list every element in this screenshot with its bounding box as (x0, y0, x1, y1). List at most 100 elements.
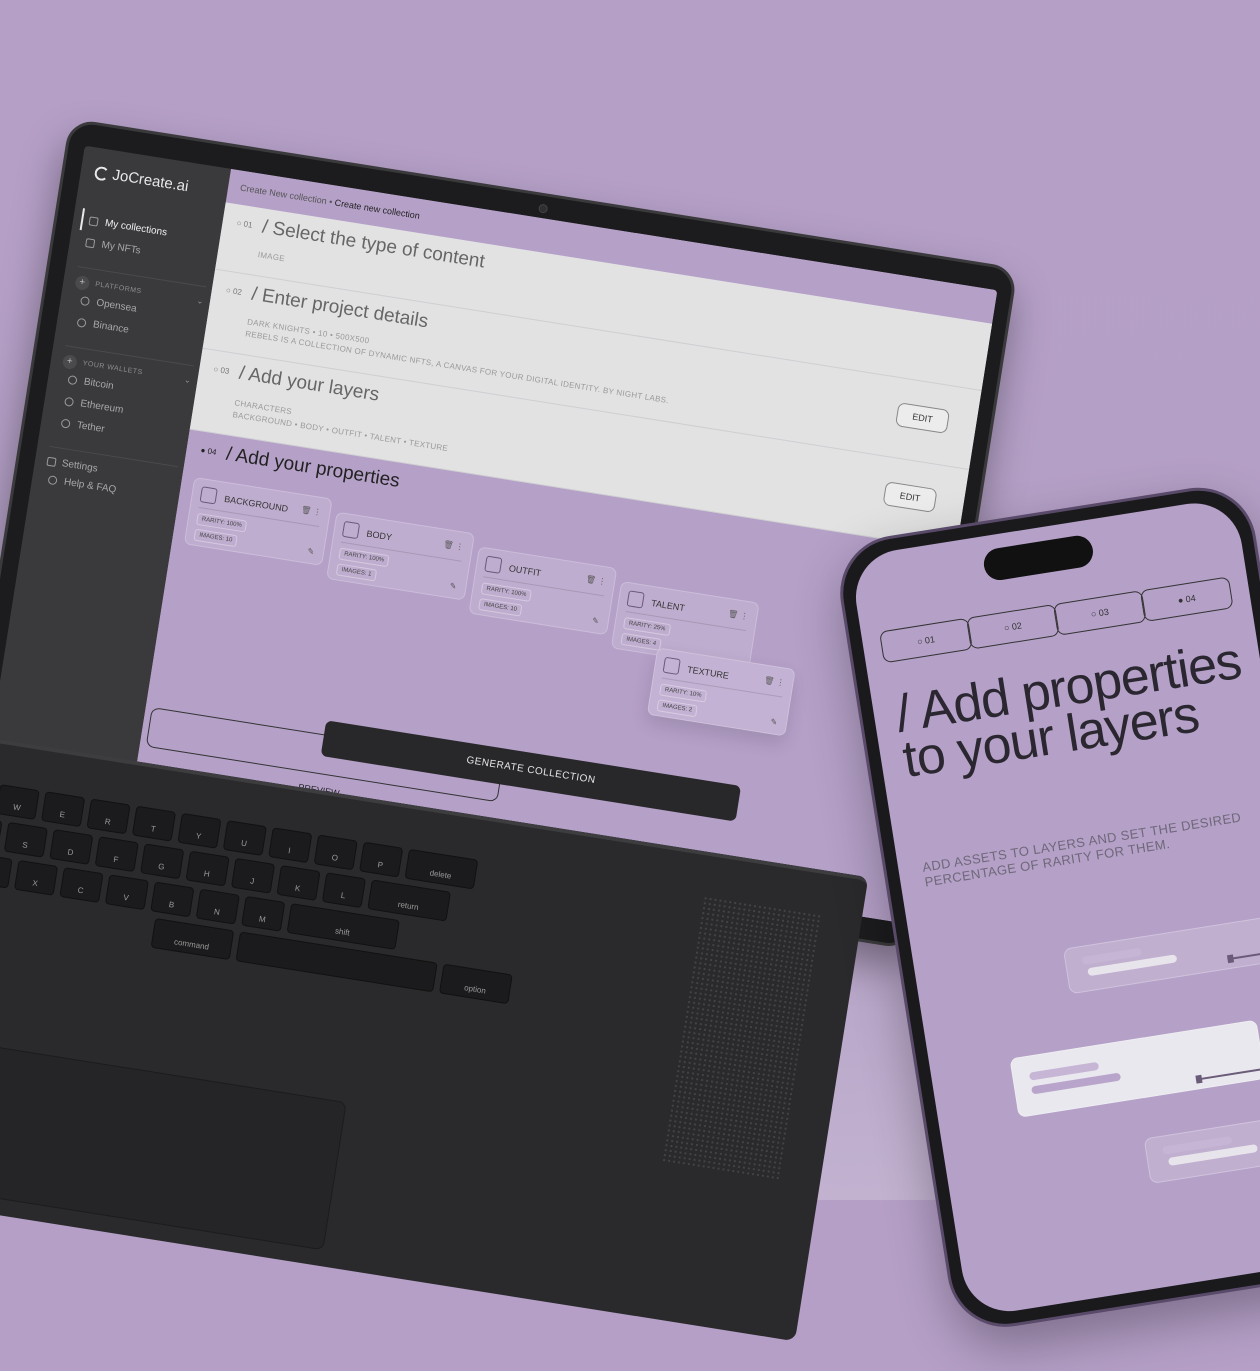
edit-pencil-icon[interactable]: ✎ (449, 581, 457, 591)
phone-step-1[interactable]: ○ 01 (879, 617, 973, 664)
opensea-icon (79, 295, 91, 306)
key[interactable]: H (185, 850, 230, 887)
property-name: TEXTURE (686, 664, 730, 681)
card-menu-icon[interactable]: 🗑 ⋮ (764, 676, 786, 688)
key[interactable]: V (104, 874, 150, 911)
help-icon (47, 474, 58, 485)
sidebar-item-label: Bitcoin (83, 375, 115, 392)
key[interactable]: C (59, 867, 104, 903)
breadcrumb-parent[interactable]: Create New collection (239, 183, 327, 207)
phone-step-3[interactable]: ○ 03 (1052, 590, 1147, 636)
key[interactable]: F (94, 836, 139, 873)
key[interactable]: O (313, 834, 358, 871)
key[interactable]: A (0, 814, 3, 851)
property-name: OUTFIT (508, 563, 542, 579)
step-number: ○ 01 (235, 218, 254, 230)
property-card-texture[interactable]: TEXTURE 🗑 ⋮ RARITY: 10% IMAGES: 2 ✎ (646, 647, 796, 737)
key[interactable]: J (230, 857, 276, 894)
logo-icon (93, 165, 110, 182)
key[interactable]: D (49, 829, 94, 865)
chevron-down-icon[interactable]: ⌄ (196, 296, 205, 306)
tether-icon (60, 417, 71, 429)
speaker-grille (661, 895, 823, 1181)
step-number: ● 04 (199, 445, 218, 457)
property-card-body[interactable]: BODY 🗑 ⋮ RARITY: 100% IMAGES: 1 ✎ (326, 511, 475, 601)
person-icon (341, 520, 361, 540)
step-number-text: 04 (206, 446, 218, 457)
property-card-background[interactable]: BACKGROUND 🗑 ⋮ RARITY: 100% IMAGES: 10 ✎ (183, 476, 333, 566)
key-command[interactable]: command (150, 917, 235, 961)
edit-pencil-icon[interactable]: ✎ (591, 616, 599, 626)
key[interactable]: K (276, 865, 321, 901)
plus-icon[interactable]: + (61, 353, 78, 370)
phone-step-label: 03 (1097, 606, 1110, 619)
images-badge: IMAGES: 2 (656, 699, 698, 718)
edit-pencil-icon[interactable]: ✎ (770, 717, 778, 727)
shirt-icon (484, 555, 503, 574)
phone-step-label: 01 (924, 634, 936, 646)
key[interactable]: X (13, 859, 59, 896)
step-title: / Select the type of content (260, 216, 487, 273)
chevron-down-icon[interactable]: ⌄ (184, 375, 193, 385)
card-menu-icon[interactable]: 🗑 ⋮ (301, 505, 323, 517)
key-delete[interactable]: delete (404, 848, 479, 890)
mini-card (1062, 912, 1260, 995)
key[interactable]: E (41, 791, 86, 828)
step-number-text: 02 (232, 286, 243, 297)
texture-icon (662, 656, 681, 676)
key[interactable]: G (140, 843, 185, 880)
images-badge: IMAGES: 10 (478, 598, 523, 617)
binance-icon (76, 317, 87, 328)
edit-project-details-button[interactable]: EDIT (894, 402, 951, 434)
sliders-icon (46, 456, 57, 467)
key[interactable]: R (86, 798, 131, 835)
key[interactable]: W (0, 784, 40, 820)
sidebar-item-label: Binance (92, 318, 130, 336)
rarity-slider[interactable] (1227, 947, 1260, 961)
key[interactable]: Z (0, 852, 13, 889)
phone-step-4[interactable]: ● 04 (1139, 576, 1234, 623)
ethereum-icon (64, 396, 75, 407)
mini-card-highlighted (1009, 1019, 1260, 1118)
images-badge: IMAGES: 1 (335, 563, 378, 582)
trackpad[interactable] (0, 1036, 347, 1251)
step-number: ○ 02 (225, 285, 243, 297)
card-menu-icon[interactable]: 🗑 ⋮ (727, 609, 749, 621)
key[interactable]: L (321, 872, 367, 909)
property-name: BODY (365, 528, 393, 543)
card-menu-icon[interactable]: 🗑 ⋮ (443, 540, 465, 552)
edit-pencil-icon[interactable]: ✎ (307, 547, 315, 557)
key[interactable]: M (241, 895, 286, 932)
phone-step-label: 04 (1184, 592, 1197, 605)
sparkle-icon (626, 590, 645, 609)
logo-text: JoCreate.ai (111, 166, 190, 196)
phone-step-2[interactable]: ○ 02 (965, 603, 1060, 650)
phone-subtitle: ADD ASSETS TO LAYERS AND SET THE DESIRED… (921, 809, 1243, 890)
key-return[interactable]: return (367, 879, 451, 922)
phone-step-label: 02 (1011, 620, 1023, 632)
key[interactable]: P (359, 841, 404, 878)
key[interactable]: B (150, 881, 195, 918)
key[interactable]: I (268, 827, 313, 864)
key[interactable]: Y (177, 812, 222, 849)
key[interactable]: T (131, 805, 177, 842)
folder-icon (88, 215, 99, 227)
key[interactable]: N (195, 888, 240, 925)
rarity-slider[interactable] (1195, 1067, 1260, 1081)
image-icon (85, 237, 96, 248)
property-name: TALENT (650, 597, 686, 614)
app-logo[interactable]: JoCreate.ai (93, 164, 190, 196)
sidebar-item-label: Ethereum (79, 397, 125, 416)
phone-title: / Add properties to your layers (891, 631, 1245, 790)
camera-icon (537, 203, 549, 214)
dynamic-island (981, 533, 1096, 583)
key[interactable]: U (222, 820, 267, 856)
bitcoin-icon (67, 374, 78, 385)
plus-icon[interactable]: + (74, 274, 91, 291)
layers-icon (199, 486, 218, 505)
sidebar-item-label: Opensea (95, 296, 138, 315)
card-menu-icon[interactable]: 🗑 ⋮ (585, 574, 607, 586)
property-card-outfit[interactable]: OUTFIT 🗑 ⋮ RARITY: 100% IMAGES: 10 ✎ (468, 546, 618, 636)
key[interactable]: S (3, 821, 48, 858)
key-option[interactable]: option (438, 963, 513, 1005)
